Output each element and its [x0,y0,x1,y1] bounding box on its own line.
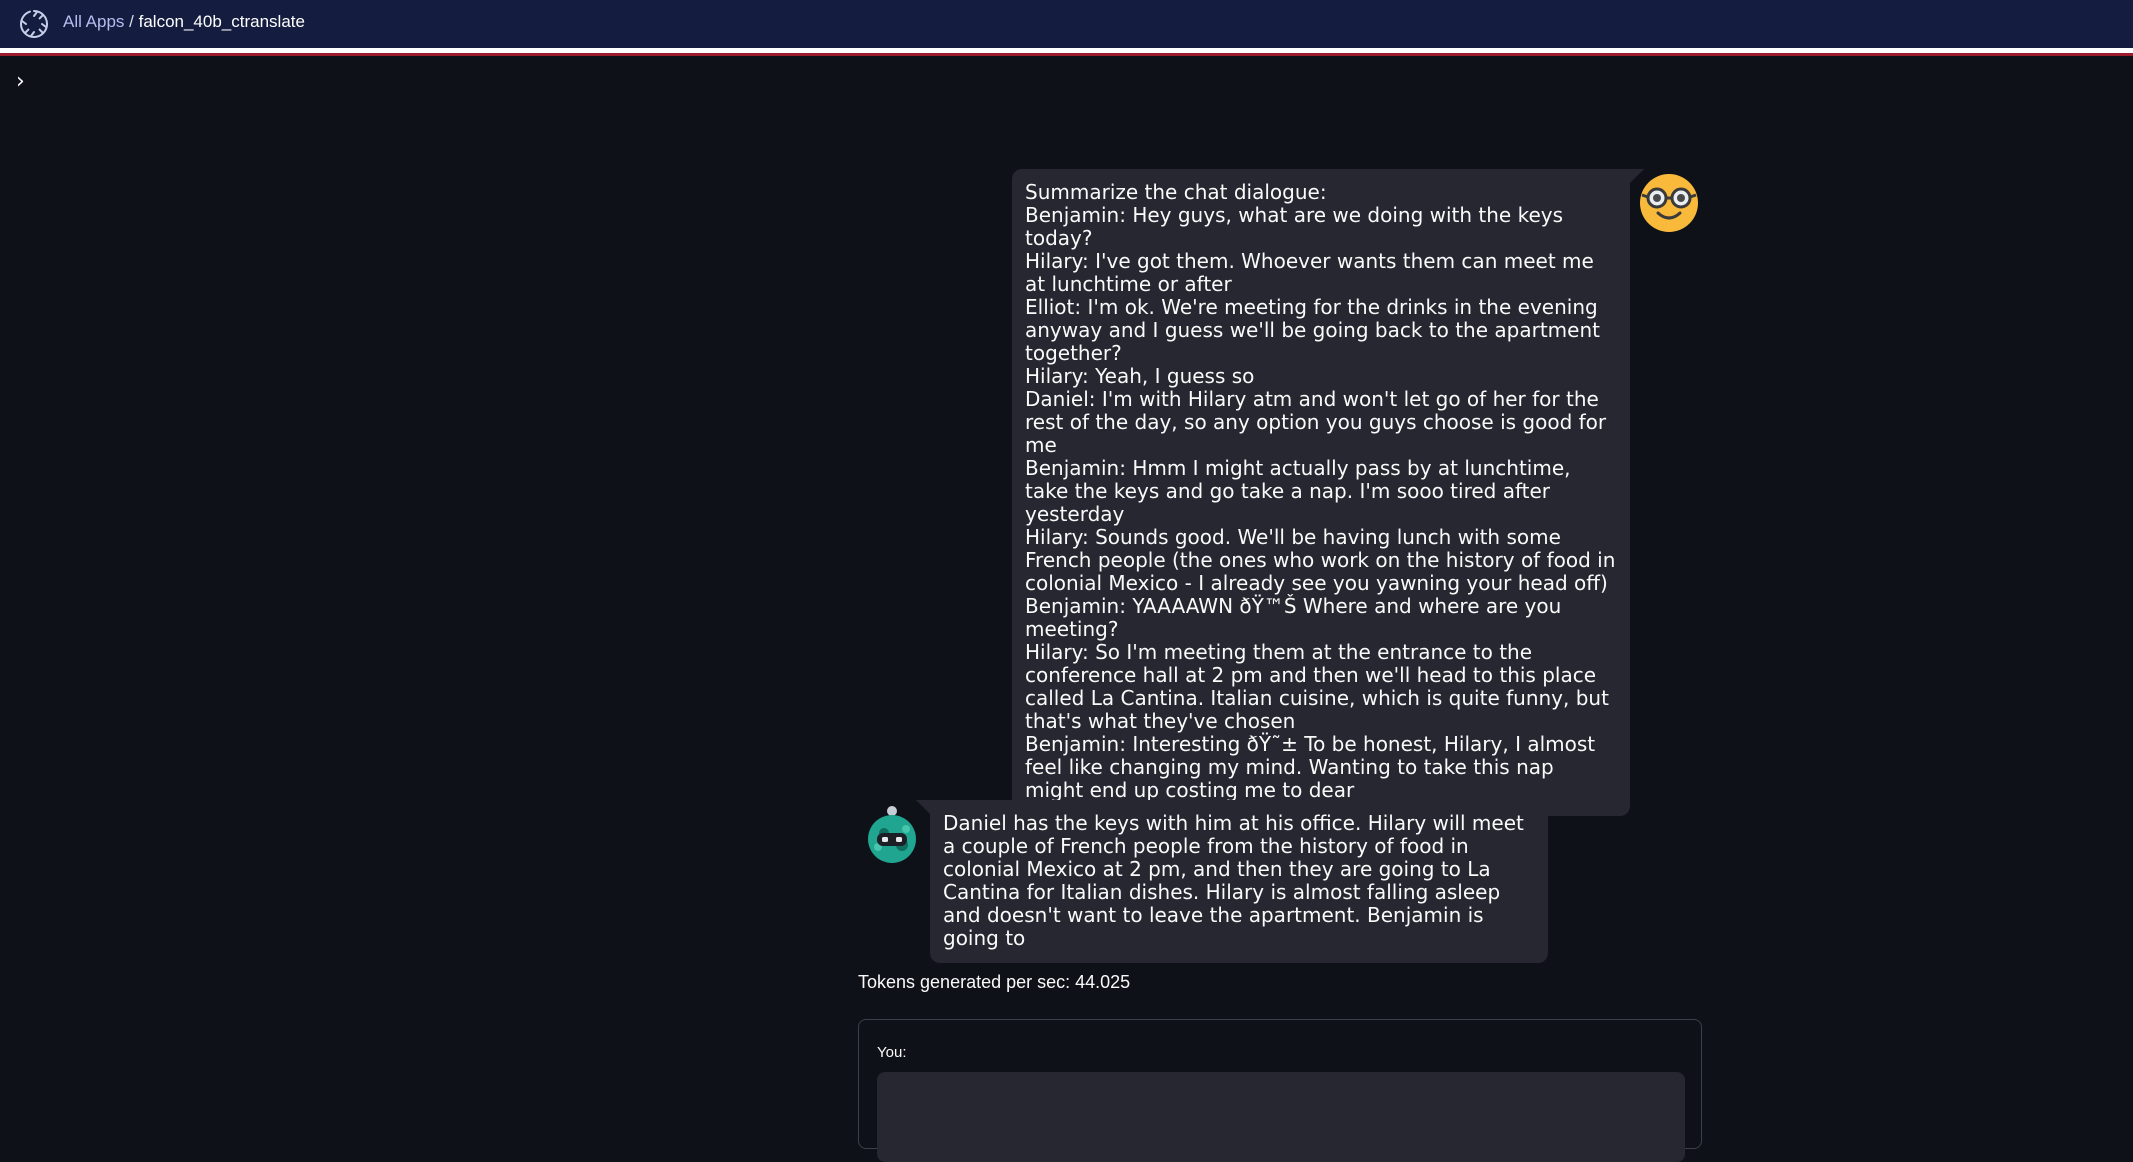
user-message-bubble: Summarize the chat dialogue: Benjamin: H… [1012,169,1644,816]
top-header: All Apps / falcon_40b_ctranslate [0,0,2133,48]
nerd-face-icon [1640,174,1698,232]
chat-input-form: You: [858,1019,1702,1162]
all-apps-link[interactable]: All Apps [63,12,124,31]
header-stripe-red [0,53,2133,56]
sidebar-expand-chevron-icon[interactable]: › [16,70,36,94]
breadcrumb-separator: / [124,12,139,31]
assistant-message-bubble: Daniel has the keys with him at his offi… [916,800,1548,963]
app-logo-icon[interactable] [18,8,50,40]
chat-input-field[interactable] [877,1072,1685,1162]
robot-icon [868,806,916,863]
app-name: falcon_40b_ctranslate [138,12,305,31]
tokens-per-second-stat: Tokens generated per sec: 44.025 [858,972,1131,992]
breadcrumb: All Apps / falcon_40b_ctranslate [63,12,305,32]
chat-input-label: You: [877,1044,907,1061]
